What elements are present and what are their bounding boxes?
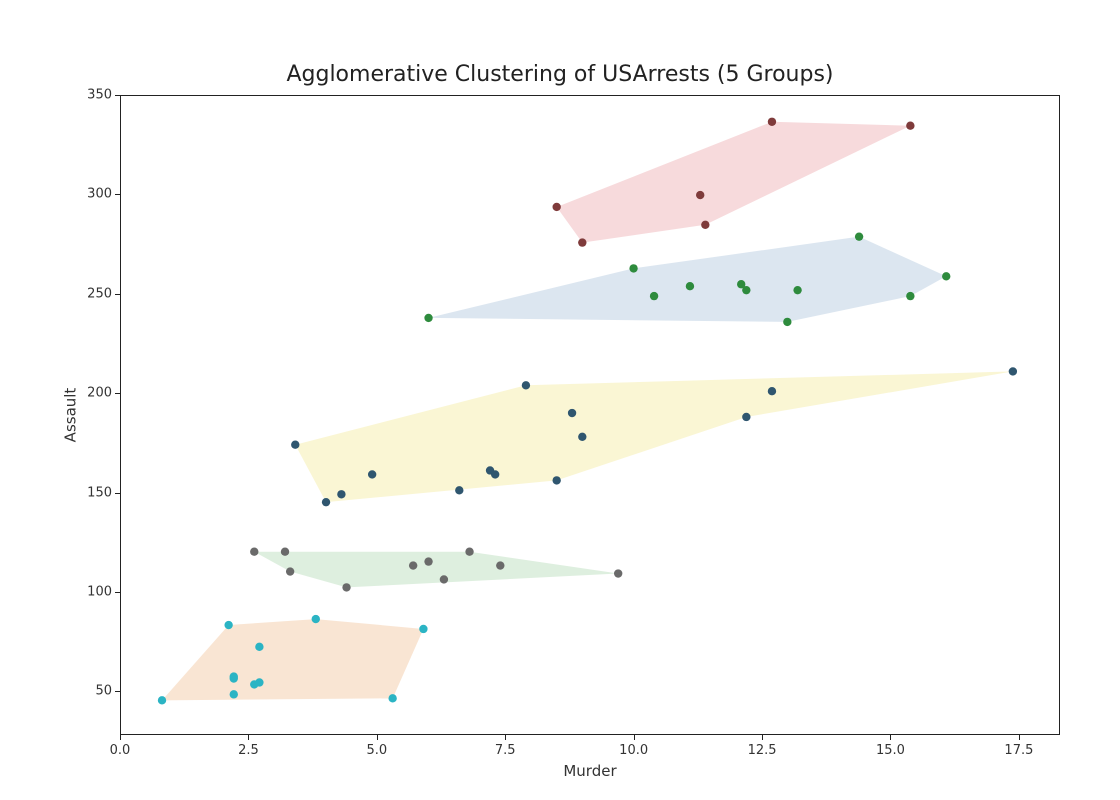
- point-cluster-4-cyan: [255, 643, 263, 651]
- point-cluster-2-blue: [568, 409, 576, 417]
- y-tick: 200: [72, 386, 112, 401]
- chart-title: Agglomerative Clustering of USArrests (5…: [0, 62, 1120, 87]
- y-tick-mark: [115, 592, 120, 593]
- x-tick: 0.0: [110, 743, 131, 758]
- plot-svg: [121, 96, 1059, 734]
- hull-cluster-3-grey: [254, 552, 618, 588]
- hull-cluster-1-green: [429, 237, 947, 322]
- x-tick: 12.5: [748, 743, 777, 758]
- point-cluster-1-green: [942, 272, 950, 280]
- point-cluster-3-grey: [281, 548, 289, 556]
- x-tick-mark: [377, 735, 378, 740]
- point-cluster-4-cyan: [230, 672, 238, 680]
- hull-cluster-2-blue: [295, 371, 1013, 502]
- point-cluster-3-grey: [496, 561, 504, 569]
- point-cluster-3-grey: [440, 575, 448, 583]
- plot-area: [120, 95, 1060, 735]
- point-cluster-0-red: [906, 122, 914, 130]
- point-cluster-2-blue: [1009, 367, 1017, 375]
- point-cluster-1-green: [629, 264, 637, 272]
- point-cluster-1-green: [855, 232, 863, 240]
- point-cluster-0-red: [768, 118, 776, 126]
- x-tick-mark: [634, 735, 635, 740]
- point-cluster-1-green: [906, 292, 914, 300]
- point-cluster-4-cyan: [419, 625, 427, 633]
- x-tick-mark: [1019, 735, 1020, 740]
- y-tick: 350: [72, 88, 112, 103]
- x-tick: 15.0: [876, 743, 905, 758]
- point-cluster-3-grey: [342, 583, 350, 591]
- point-cluster-0-red: [552, 203, 560, 211]
- y-tick: 150: [72, 485, 112, 500]
- point-cluster-3-grey: [409, 561, 417, 569]
- point-cluster-1-green: [650, 292, 658, 300]
- point-cluster-2-blue: [491, 470, 499, 478]
- y-tick: 50: [72, 684, 112, 699]
- point-cluster-0-red: [578, 238, 586, 246]
- point-cluster-2-blue: [322, 498, 330, 506]
- y-tick: 300: [72, 187, 112, 202]
- y-tick: 100: [72, 584, 112, 599]
- y-tick-mark: [115, 493, 120, 494]
- y-tick-mark: [115, 194, 120, 195]
- point-cluster-4-cyan: [388, 694, 396, 702]
- point-cluster-4-cyan: [158, 696, 166, 704]
- point-cluster-1-green: [686, 282, 694, 290]
- point-cluster-1-green: [783, 318, 791, 326]
- figure: Agglomerative Clustering of USArrests (5…: [0, 0, 1120, 800]
- point-cluster-3-grey: [250, 548, 258, 556]
- point-cluster-0-red: [701, 221, 709, 229]
- point-cluster-4-cyan: [255, 678, 263, 686]
- x-tick: 5.0: [366, 743, 387, 758]
- x-tick: 2.5: [238, 743, 259, 758]
- point-cluster-2-blue: [578, 433, 586, 441]
- point-cluster-3-grey: [424, 557, 432, 565]
- point-cluster-3-grey: [286, 567, 294, 575]
- y-tick-mark: [115, 95, 120, 96]
- x-tick-mark: [505, 735, 506, 740]
- point-cluster-3-grey: [465, 548, 473, 556]
- point-cluster-2-blue: [337, 490, 345, 498]
- point-cluster-1-green: [793, 286, 801, 294]
- hull-cluster-4-cyan: [162, 619, 423, 700]
- point-cluster-2-blue: [455, 486, 463, 494]
- point-cluster-0-red: [696, 191, 704, 199]
- x-tick-mark: [120, 735, 121, 740]
- point-cluster-4-cyan: [312, 615, 320, 623]
- y-tick: 250: [72, 286, 112, 301]
- point-cluster-2-blue: [368, 470, 376, 478]
- point-cluster-4-cyan: [224, 621, 232, 629]
- point-cluster-3-grey: [614, 569, 622, 577]
- x-tick-mark: [890, 735, 891, 740]
- point-cluster-2-blue: [291, 441, 299, 449]
- x-tick-mark: [762, 735, 763, 740]
- point-cluster-2-blue: [522, 381, 530, 389]
- point-cluster-2-blue: [552, 476, 560, 484]
- point-cluster-1-green: [424, 314, 432, 322]
- x-tick: 7.5: [495, 743, 516, 758]
- x-tick: 17.5: [1004, 743, 1033, 758]
- hull-cluster-0-red: [557, 122, 911, 243]
- x-axis-label: Murder: [120, 762, 1060, 780]
- point-cluster-4-cyan: [230, 690, 238, 698]
- y-tick-mark: [115, 294, 120, 295]
- point-cluster-2-blue: [742, 413, 750, 421]
- point-cluster-1-green: [742, 286, 750, 294]
- point-cluster-2-blue: [768, 387, 776, 395]
- y-tick-mark: [115, 393, 120, 394]
- cluster-hulls: [162, 122, 1013, 701]
- x-tick: 10.0: [619, 743, 648, 758]
- x-tick-mark: [248, 735, 249, 740]
- y-tick-mark: [115, 691, 120, 692]
